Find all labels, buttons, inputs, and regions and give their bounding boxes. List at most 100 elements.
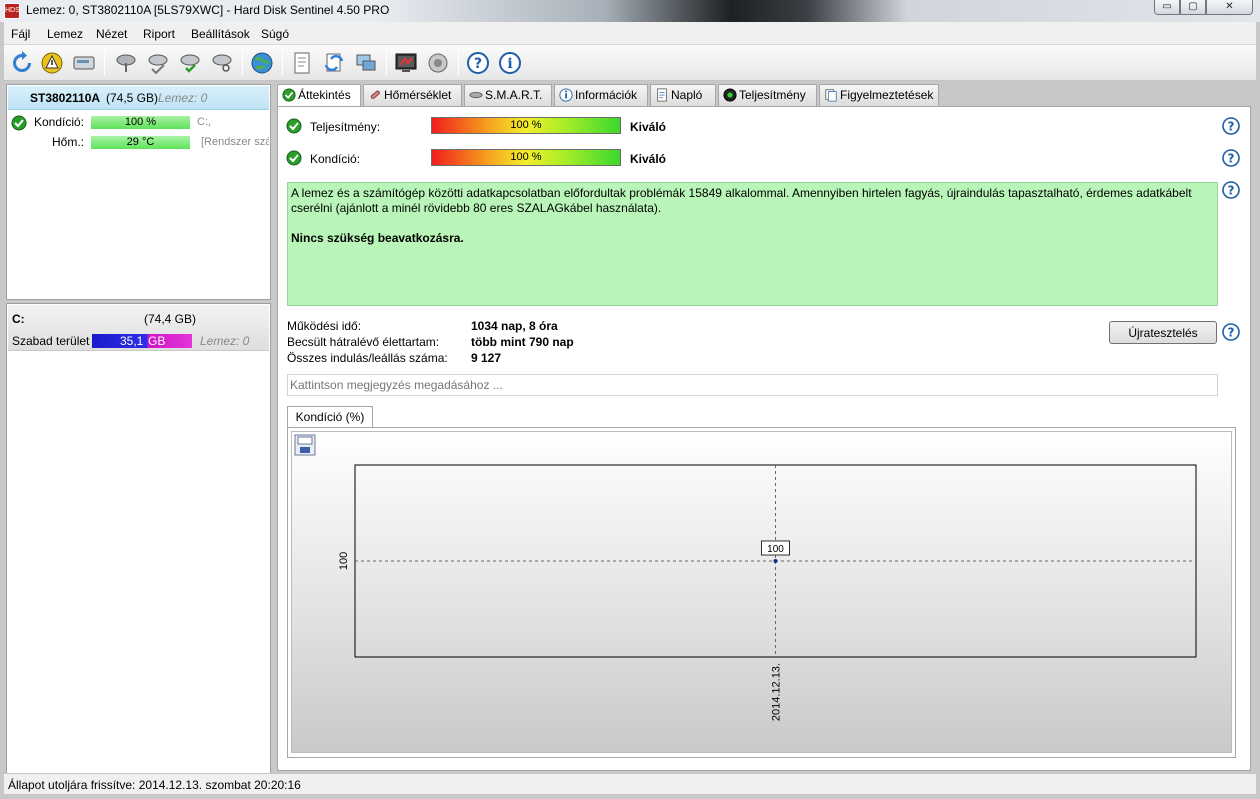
data-label: 100: [767, 544, 784, 555]
menu-view[interactable]: Nézet: [96, 27, 127, 41]
close-button[interactable]: ✕: [1206, 0, 1253, 15]
tab-information[interactable]: Információk: [554, 84, 648, 106]
minimize-button[interactable]: ▭: [1154, 0, 1180, 15]
health-rating: Kiváló: [630, 152, 667, 166]
disk-check-icon[interactable]: [176, 49, 204, 77]
menu-file[interactable]: Fájl: [11, 27, 30, 41]
alerts-icon: [825, 89, 837, 102]
help-icon[interactable]: ?: [1222, 149, 1240, 167]
y-tick-label: 100: [338, 552, 350, 570]
disk-number: Lemez: 0: [158, 91, 208, 105]
volume-drive: C:: [12, 312, 25, 326]
startstop-value: 9 127: [471, 351, 502, 365]
svg-text:?: ?: [1228, 326, 1235, 340]
volume-size: (74,4 GB): [144, 312, 197, 326]
disk-entry[interactable]: ST3802110A (74,5 GB) Lemez: 0: [8, 86, 269, 110]
help-icon[interactable]: ?: [1222, 323, 1240, 341]
tab-smart-label: S.M.A.R.T.: [485, 88, 543, 102]
svg-text:?: ?: [1228, 152, 1235, 166]
status-recommendation: Nincs szükség beavatkozásra.: [291, 231, 464, 245]
check-ok-icon: [282, 88, 296, 102]
volume-entry[interactable]: C: (74,4 GB) Szabad terület 35,1 GB Leme…: [8, 305, 269, 351]
disk-search-icon[interactable]: [208, 49, 236, 77]
disk-size: (74,5 GB): [106, 91, 159, 105]
alert-icon[interactable]: [38, 49, 66, 77]
tab-overview-label: Áttekintés: [298, 88, 351, 102]
performance-label: Teljesítmény:: [310, 120, 381, 134]
chart-tab-health[interactable]: Kondíció (%): [287, 406, 373, 428]
chart-background: 100 2014.12.13. 100: [291, 431, 1232, 753]
check-ok-icon: [11, 115, 27, 131]
help-icon[interactable]: ?: [464, 49, 492, 77]
refresh-icon[interactable]: [8, 49, 36, 77]
volume-list-panel: C: (74,4 GB) Szabad terület 35,1 GB Leme…: [6, 303, 271, 775]
disk-temp-label: Hőm.:: [52, 135, 85, 149]
info-icon[interactable]: i: [496, 49, 524, 77]
tab-performance-label: Teljesítmény: [739, 88, 806, 102]
toolbar: ? i: [4, 45, 1256, 81]
disk-condition-bar: 100 %: [91, 116, 190, 129]
lifetime-value: több mint 790 nap: [471, 335, 574, 349]
toolbar-separator: [104, 51, 105, 75]
health-chart: 100 2014.12.13. 100: [338, 464, 1197, 721]
startstop-label: Összes indulás/leállás száma:: [287, 351, 448, 365]
disk-tool-icon[interactable]: [112, 49, 140, 77]
sync-report-icon[interactable]: [320, 49, 348, 77]
tab-overview[interactable]: Áttekintés: [277, 84, 361, 107]
network-icon[interactable]: [352, 49, 380, 77]
tab-temperature[interactable]: Hőmérséklet: [363, 84, 462, 106]
retest-button[interactable]: Újratesztelés: [1109, 321, 1217, 344]
svg-text:?: ?: [1228, 184, 1235, 198]
menu-help[interactable]: Súgó: [261, 27, 289, 41]
power-on-value: 1034 nap, 8 óra: [471, 319, 558, 333]
sound-icon[interactable]: [424, 49, 452, 77]
tab-alerts[interactable]: Figyelmeztetések: [819, 84, 939, 106]
note-input[interactable]: Kattintson megjegyzés megadásához ...: [287, 374, 1218, 396]
status-text: Állapot utoljára frissítve: 2014.12.13. …: [8, 778, 301, 792]
health-label: Kondíció:: [310, 152, 361, 166]
report-icon[interactable]: [288, 49, 316, 77]
help-icon[interactable]: ?: [1222, 117, 1240, 135]
tab-smart[interactable]: S.M.A.R.T.: [464, 84, 552, 106]
lifetime-label: Becsült hátralévő élettartam:: [287, 335, 440, 349]
disk-condition-label: Kondíció:: [34, 115, 85, 129]
menu-bar: Fájl Lemez Nézet Riport Beállítások Súgó: [4, 22, 1256, 45]
menu-settings[interactable]: Beállítások: [191, 27, 250, 41]
status-message-box: A lemez és a számítógép közötti adatkapc…: [287, 182, 1218, 306]
health-bar: 100 %: [431, 149, 621, 166]
menu-disk[interactable]: Lemez: [47, 27, 83, 41]
performance-bar: 100 %: [431, 117, 621, 134]
x-tick-label: 2014.12.13.: [771, 663, 783, 721]
globe-icon[interactable]: [248, 49, 276, 77]
title-bar: HDS Lemez: 0, ST3802110A [5LS79XWC] - Ha…: [0, 0, 1260, 22]
info-icon: [559, 88, 573, 102]
tab-temperature-label: Hőmérséklet: [384, 88, 452, 102]
data-point: [773, 559, 778, 563]
disk-list-panel: ST3802110A (74,5 GB) Lemez: 0 Kondíció: …: [6, 84, 271, 300]
free-space-unit: GB: [148, 334, 166, 348]
window-title: Lemez: 0, ST3802110A [5LS79XWC] - Hard D…: [26, 3, 390, 17]
thermometer-icon: [370, 90, 380, 99]
free-space-label: Szabad terület: [12, 334, 90, 348]
disk-role: [Rendszer szá: [201, 136, 269, 148]
check-ok-icon: [286, 118, 302, 134]
disk-test-icon[interactable]: [144, 49, 172, 77]
gauge-icon: [723, 88, 737, 102]
check-ok-icon: [286, 150, 302, 166]
menu-report[interactable]: Riport: [143, 27, 175, 41]
chart-area: 100 2014.12.13. 100: [287, 427, 1236, 758]
smart-disk-icon: [469, 91, 483, 99]
svg-text:i: i: [507, 56, 512, 72]
maximize-button[interactable]: ▢: [1180, 0, 1206, 15]
free-space-value: 35,1: [120, 334, 144, 348]
svg-text:?: ?: [474, 56, 482, 72]
performance-rating: Kiváló: [630, 120, 667, 134]
monitor-icon[interactable]: [392, 49, 420, 77]
disk-partitions: C:,: [197, 116, 212, 128]
tab-performance[interactable]: Teljesítmény: [718, 84, 817, 106]
status-message: A lemez és a számítógép közötti adatkapc…: [291, 186, 1192, 215]
tab-log[interactable]: Napló: [650, 84, 716, 106]
help-icon[interactable]: ?: [1222, 181, 1240, 199]
overview-panel: Teljesítmény: 100 % Kiváló ? Kondíció: 1…: [277, 106, 1251, 771]
disk-icon[interactable]: [70, 49, 98, 77]
